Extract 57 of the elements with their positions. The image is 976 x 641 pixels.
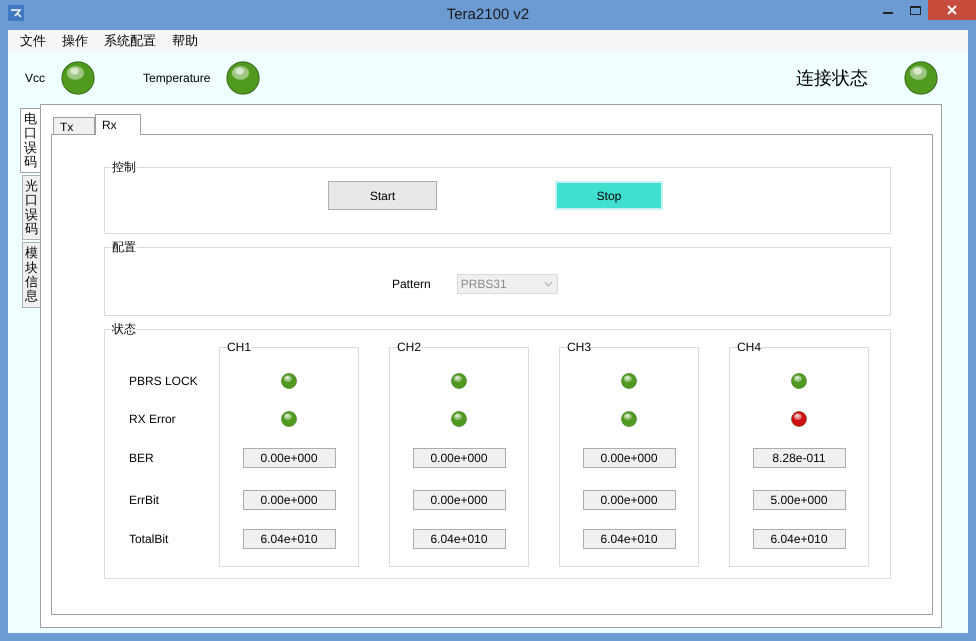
row-label: TotalBit — [129, 531, 168, 548]
channel-title: CH3 — [567, 340, 592, 354]
status-led-icon — [904, 61, 938, 95]
row-label: BER — [129, 450, 154, 467]
channel-title: CH4 — [737, 340, 762, 354]
value-field[interactable]: 0.00e+000 — [582, 448, 676, 468]
status-led-icon — [621, 411, 637, 427]
side-tab[interactable]: 电口误码 — [20, 108, 40, 174]
close-icon — [947, 5, 957, 15]
value-field[interactable]: 6.04e+010 — [242, 529, 336, 549]
channel-title: CH2 — [397, 340, 422, 354]
status-led-icon — [226, 61, 260, 95]
tab[interactable]: Tx — [53, 117, 95, 134]
channel-title: CH1 — [227, 340, 252, 354]
value-field[interactable]: 6.04e+010 — [752, 529, 846, 549]
indicator-label: Temperature — [143, 70, 210, 87]
maximize-icon — [910, 6, 920, 14]
value-field[interactable]: 0.00e+000 — [242, 448, 336, 468]
status-led-icon — [621, 373, 637, 389]
row-label: RX Error — [129, 411, 176, 428]
menu-item[interactable]: 文件 — [12, 31, 54, 51]
menu-item[interactable]: 帮助 — [164, 31, 206, 51]
close-button[interactable] — [928, 0, 976, 20]
value-field[interactable]: 8.28e-011 — [752, 448, 846, 468]
status-led-icon — [791, 411, 807, 427]
side-tab[interactable]: 模块信息 — [22, 242, 40, 308]
status-led-icon — [281, 411, 297, 427]
value-field[interactable]: 6.04e+010 — [412, 529, 506, 549]
app-icon — [8, 5, 24, 21]
status-led-icon — [451, 411, 467, 427]
value-field[interactable]: 0.00e+000 — [242, 490, 336, 510]
window-title: Tera2100 v2 — [446, 4, 530, 25]
row-label: ErrBit — [129, 492, 159, 509]
value-field[interactable]: 0.00e+000 — [412, 490, 506, 510]
menu-item[interactable]: 系统配置 — [96, 31, 164, 51]
status-led-icon — [281, 373, 297, 389]
value-field[interactable]: 0.00e+000 — [582, 490, 676, 510]
tab[interactable]: Rx — [95, 114, 141, 135]
action-button[interactable]: Start — [328, 181, 437, 210]
menu-item[interactable]: 操作 — [54, 31, 96, 51]
pattern-label: Pattern — [392, 276, 431, 293]
minimize-icon — [883, 12, 893, 14]
group-title: 状态 — [111, 322, 137, 336]
status-led-icon — [61, 61, 95, 95]
action-button[interactable]: Stop — [555, 181, 663, 210]
status-led-icon — [791, 373, 807, 389]
row-label: PBRS LOCK — [129, 373, 198, 390]
value-field[interactable]: 6.04e+010 — [582, 529, 676, 549]
chevron-down-icon — [544, 281, 553, 287]
value-field[interactable]: 5.00e+000 — [752, 490, 846, 510]
indicator-label: Vcc — [25, 70, 46, 87]
side-tab[interactable]: 光口误码 — [22, 175, 40, 240]
group-title: 控制 — [111, 160, 137, 174]
value-field[interactable]: 0.00e+000 — [412, 448, 506, 468]
status-led-icon — [451, 373, 467, 389]
group-title: 配置 — [111, 240, 137, 254]
connection-label: 连接状态 — [796, 66, 868, 90]
